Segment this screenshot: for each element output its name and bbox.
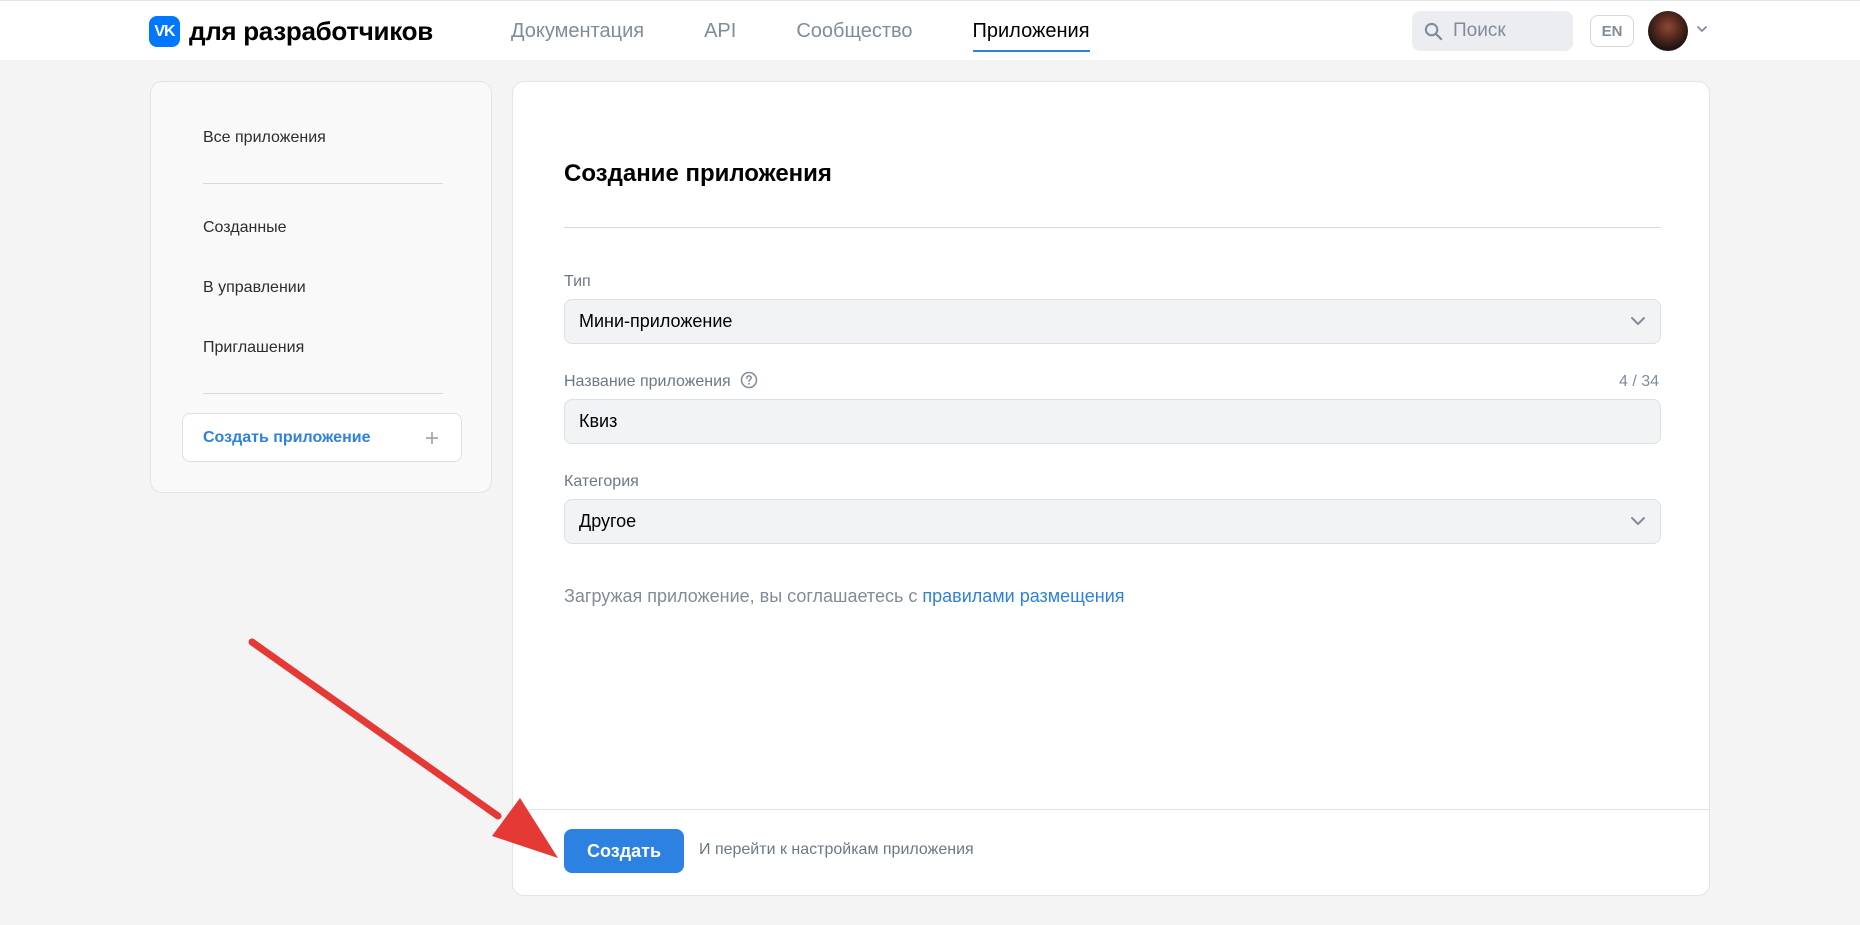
apps-sidebar: Все приложения Созданные В управлении Пр…: [150, 81, 492, 493]
category-value: Другое: [579, 511, 637, 531]
app-name-input[interactable]: Квиз: [564, 399, 1661, 444]
plus-icon: [426, 432, 438, 444]
create-app-form: Создание приложения Тип Мини-приложение …: [512, 81, 1710, 896]
vk-logo-icon: VK: [149, 16, 180, 47]
char-counter: 4 / 34: [1618, 373, 1659, 390]
nav-community[interactable]: Сообщество: [796, 1, 912, 61]
terms-notice: Загружая приложение, вы соглашаетесь с п…: [564, 586, 1125, 607]
annotation-arrow: [248, 638, 558, 858]
chevron-down-icon: [1631, 517, 1645, 525]
app-name-value: Квиз: [579, 411, 618, 431]
nav-apps[interactable]: Приложения: [972, 1, 1090, 61]
terms-link[interactable]: правилами размещения: [922, 586, 1124, 606]
language-button[interactable]: EN: [1590, 15, 1634, 47]
search-placeholder: Поиск: [1453, 20, 1506, 41]
app-name-label: Название приложения: [564, 373, 731, 390]
nav-api[interactable]: API: [704, 1, 736, 61]
sidebar-item-invitations[interactable]: Приглашения: [203, 339, 304, 357]
title-divider: [564, 227, 1661, 228]
create-button[interactable]: Создать: [564, 829, 684, 873]
category-select[interactable]: Другое: [564, 499, 1661, 544]
sidebar-item-created[interactable]: Созданные: [203, 219, 287, 237]
create-app-label: Создать приложение: [203, 428, 371, 446]
search-icon: [1424, 22, 1443, 40]
sidebar-item-all-apps[interactable]: Все приложения: [203, 129, 326, 147]
nav-documentation[interactable]: Документация: [511, 1, 644, 61]
user-avatar[interactable]: [1648, 11, 1688, 51]
vk-logo[interactable]: VK для разработчиков: [149, 16, 433, 47]
help-icon[interactable]: [740, 371, 758, 389]
search-input[interactable]: Поиск: [1412, 11, 1573, 51]
chevron-down-icon: [1631, 317, 1645, 325]
type-select[interactable]: Мини-приложение: [564, 299, 1661, 344]
main-nav: Документация API Сообщество Приложения: [511, 1, 1150, 61]
sidebar-item-managed[interactable]: В управлении: [203, 279, 306, 297]
footer-divider: [513, 809, 1709, 810]
top-header: VK для разработчиков Документация API Со…: [0, 0, 1860, 60]
create-button-note: И перейти к настройкам приложения: [699, 841, 974, 858]
type-value: Мини-приложение: [579, 311, 733, 331]
chevron-down-icon[interactable]: [1696, 23, 1708, 35]
sidebar-divider: [203, 393, 443, 394]
type-label: Тип: [564, 273, 591, 290]
category-label: Категория: [564, 473, 639, 490]
terms-notice-text: Загружая приложение, вы соглашаетесь с: [564, 586, 918, 606]
logo-text: для разработчиков: [189, 16, 433, 46]
create-app-button[interactable]: Создать приложение: [182, 413, 462, 462]
sidebar-divider: [203, 183, 443, 184]
page-title: Создание приложения: [564, 160, 832, 187]
